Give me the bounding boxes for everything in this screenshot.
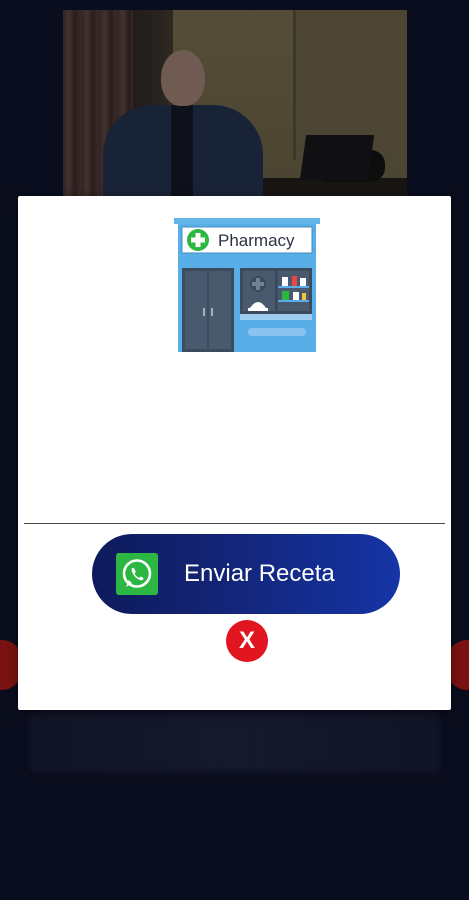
pharmacy-storefront-icon: Pharmacy: [174, 218, 320, 352]
send-prescription-dialog: Pharmacy Enviar Receta X: [18, 196, 451, 710]
send-prescription-button[interactable]: Enviar Receta: [92, 534, 400, 614]
divider: [24, 523, 445, 524]
close-button[interactable]: X: [226, 620, 268, 662]
doctor-head: [161, 50, 205, 106]
whatsapp-icon: [116, 553, 158, 595]
background-text: [30, 712, 440, 772]
app-screen: Pharmacy Enviar Receta X: [0, 0, 469, 900]
close-icon: X: [238, 627, 255, 654]
laptop: [299, 135, 375, 180]
doctor-video-feed: [63, 10, 407, 200]
doctor-shirt: [171, 105, 193, 200]
send-prescription-label: Enviar Receta: [184, 560, 335, 587]
pharmacy-sign-text: Pharmacy: [218, 231, 295, 250]
